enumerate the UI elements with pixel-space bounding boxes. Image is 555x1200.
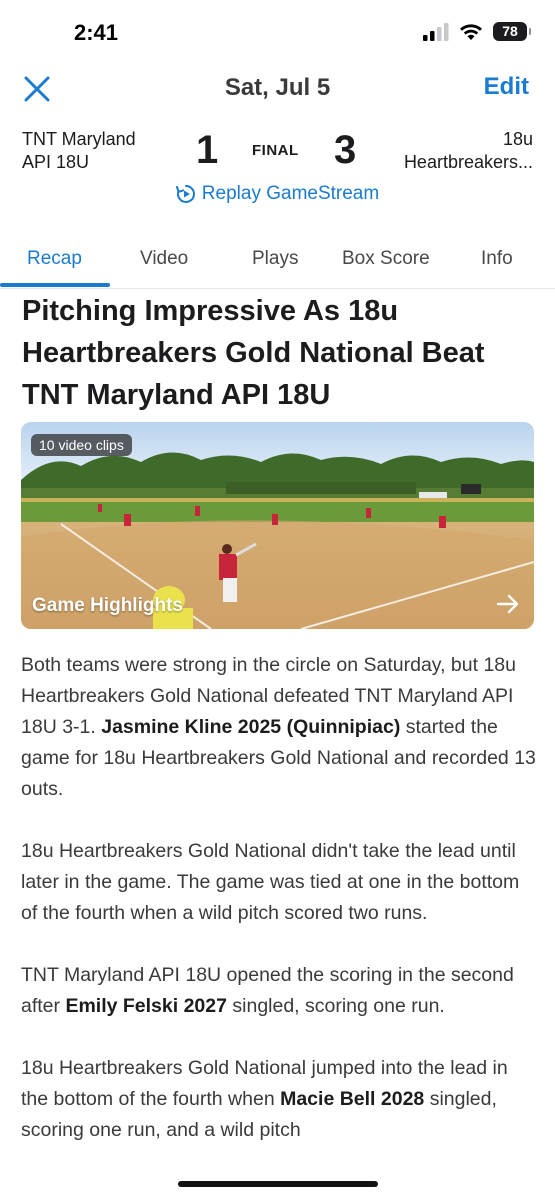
article-paragraph: 18u Heartbreakers Gold National didn't t… [21,840,520,924]
edit-button[interactable]: Edit [484,73,529,101]
home-score: 1 [196,128,219,172]
home-team-line2: API 18U [22,152,90,172]
active-tab-indicator [0,283,110,287]
arrow-right-icon [496,594,519,614]
tab-info[interactable]: Info [481,248,513,270]
player-link[interactable]: Macie Bell 2028 [280,1088,424,1110]
tab-recap[interactable]: Recap [27,248,82,270]
player-link[interactable]: Emily Felski 2027 [65,995,227,1017]
article-paragraph: 18u Heartbreakers Gold National jumped i… [21,1057,508,1141]
away-team-name[interactable]: 18u Heartbreakers... [373,128,533,174]
replay-gamestream: Replay GameStream [0,183,555,210]
status-icons: 78 [423,22,531,41]
battery-icon: 78 [493,22,531,41]
status-time: 2:41 [74,20,119,45]
page-title: Sat, Jul 5 [224,74,331,101]
home-indicator[interactable] [178,1181,378,1187]
away-score: 3 [334,128,357,172]
replay-gamestream-button[interactable]: Replay GameStream [175,183,380,205]
tab-plays[interactable]: Plays [252,248,298,270]
replay-icon [175,185,195,203]
away-team-line1: 18u [502,129,533,149]
video-title: Game Highlights [32,595,183,616]
article-paragraph: TNT Maryland API 18U opened the scoring … [21,964,514,1017]
game-highlights-video[interactable]: 10 video clips Game Highlights [21,422,534,629]
cellular-signal-icon [423,22,449,41]
close-icon[interactable] [22,74,52,104]
video-clips-badge: 10 video clips [31,434,132,456]
tab-box-score[interactable]: Box Score [342,248,430,270]
home-team-name[interactable]: TNT Maryland API 18U [22,128,182,174]
tab-bar: Recap Video Plays Box Score Info [0,232,555,289]
status-bar: 2:41 78 [0,0,555,66]
nav-bar: Sat, Jul 5 Edit [0,66,555,112]
tab-video[interactable]: Video [140,248,188,270]
player-link[interactable]: Jasmine Kline 2025 (Quinnipiac) [101,716,400,738]
home-team-line1: TNT Maryland [22,129,136,149]
article-headline: Pitching Impressive As 18u Heartbreakers… [22,295,485,411]
article-body: Both teams were strong in the circle on … [21,650,537,1177]
battery-level: 78 [502,23,518,39]
article-paragraph: Both teams were strong in the circle on … [21,654,536,800]
wifi-icon [460,23,482,40]
replay-label: Replay GameStream [201,183,380,204]
game-status: FINAL [252,142,299,159]
scoreboard: TNT Maryland API 18U 1 FINAL 3 18u Heart… [0,124,555,180]
away-team-line2: Heartbreakers... [403,152,533,172]
